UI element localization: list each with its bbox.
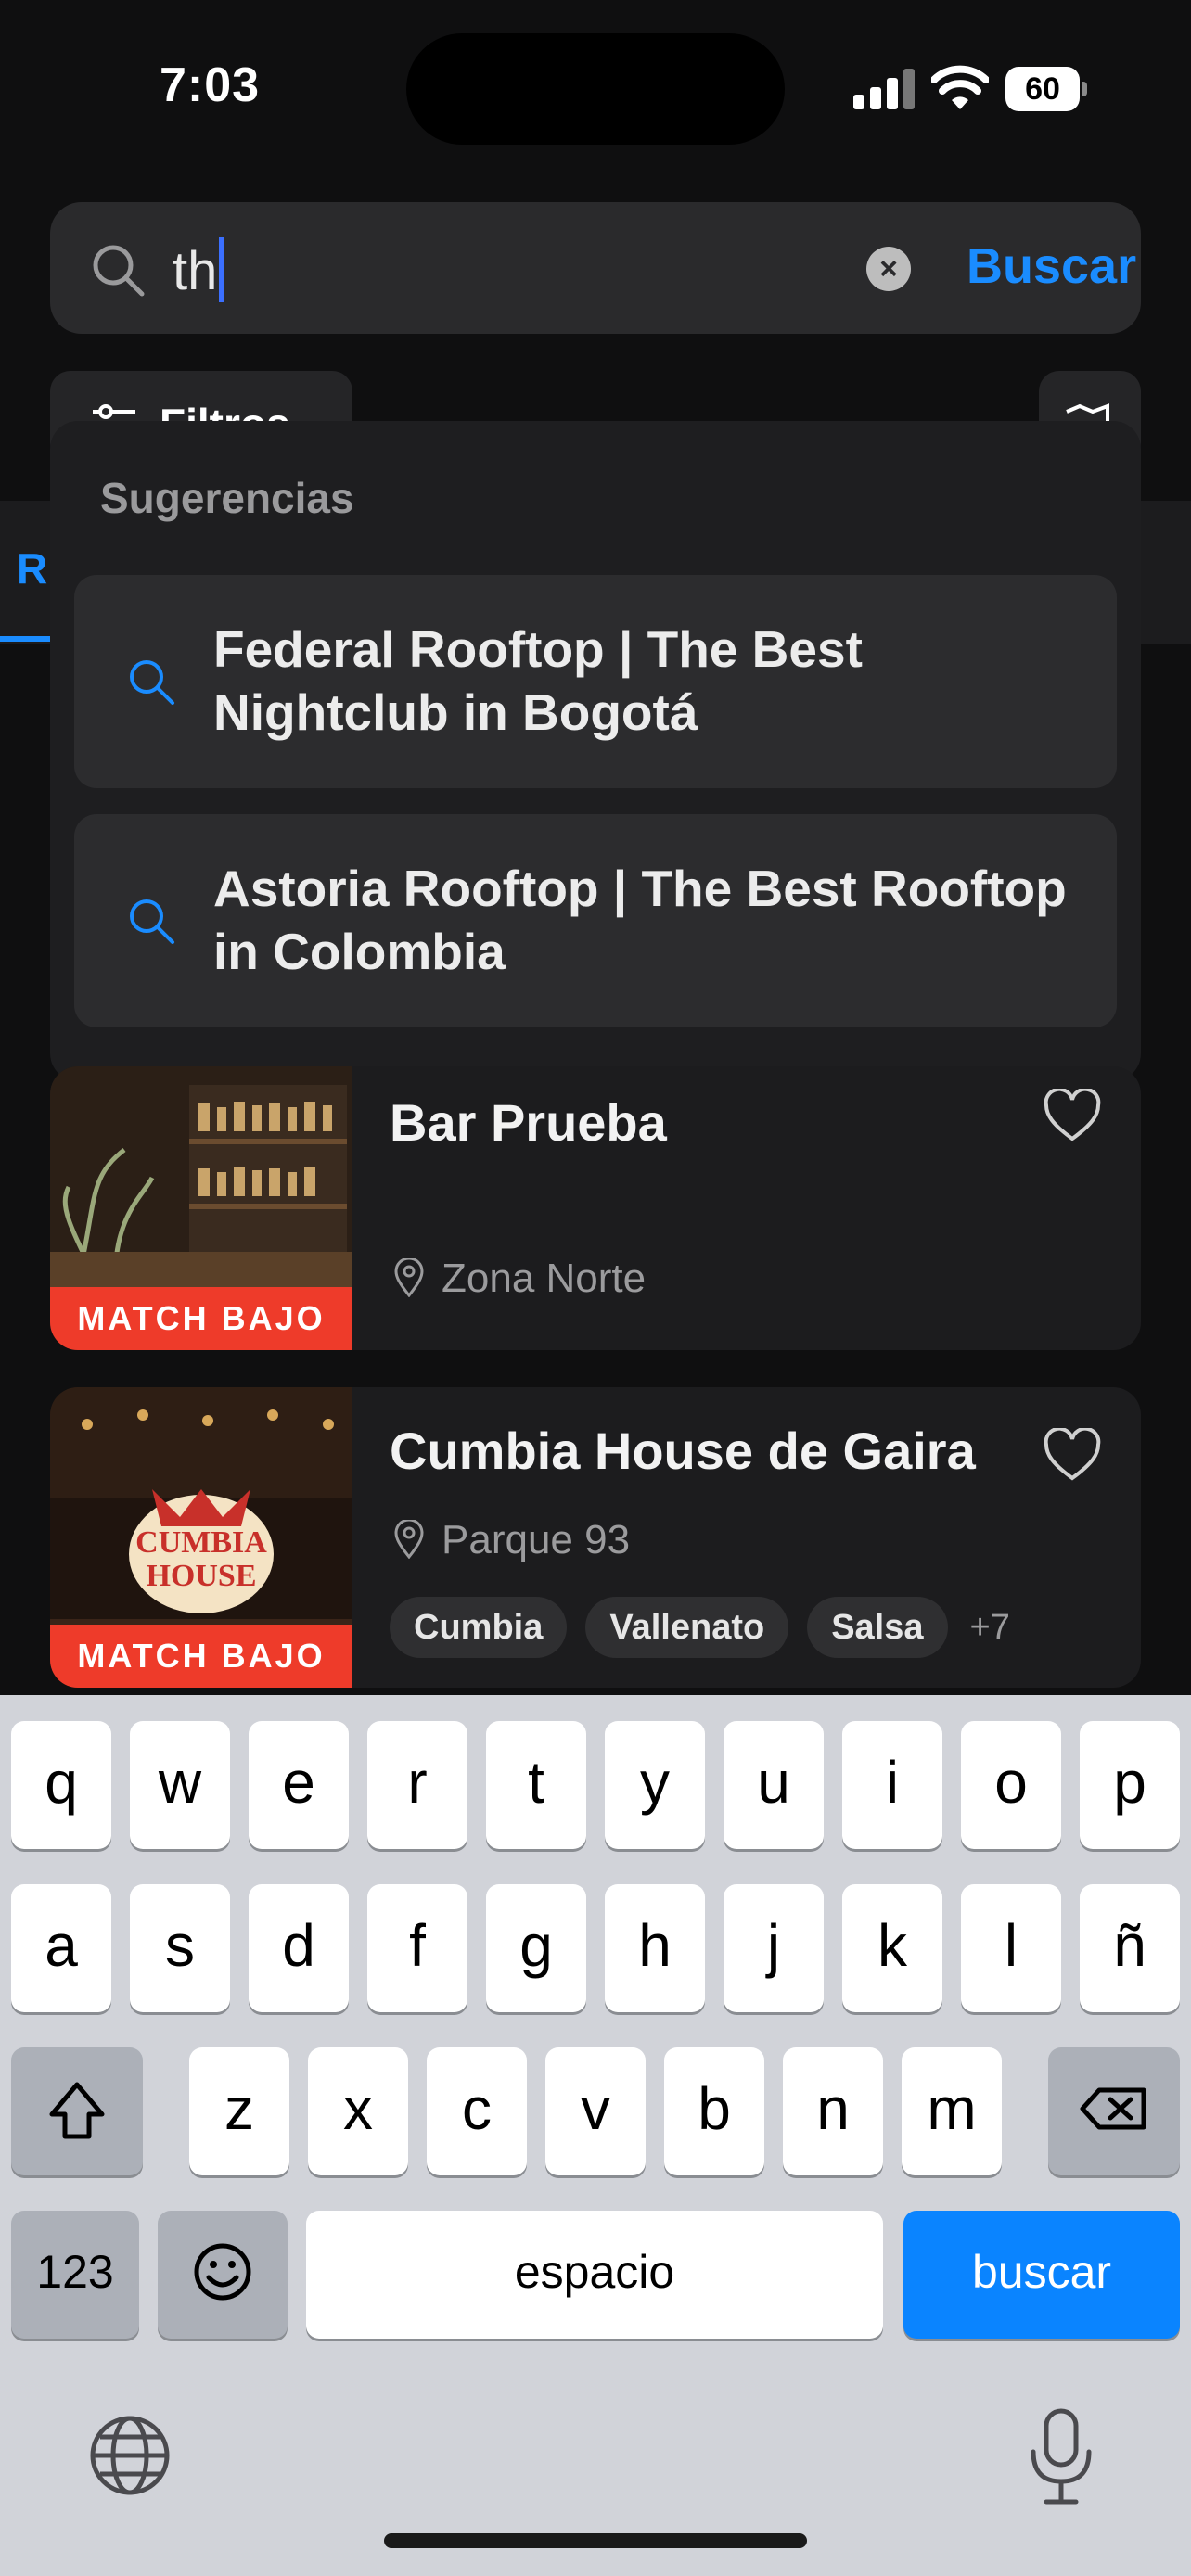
- key-m[interactable]: m: [902, 2047, 1002, 2175]
- key-i[interactable]: i: [842, 1721, 942, 1849]
- search-key[interactable]: buscar: [903, 2211, 1180, 2339]
- numbers-key[interactable]: 123: [11, 2211, 139, 2339]
- key-p[interactable]: p: [1080, 1721, 1180, 1849]
- tab-partial-right: [1141, 501, 1191, 644]
- search-icon: [130, 899, 174, 944]
- suggestions-title: Sugerencias: [100, 474, 354, 522]
- key-g[interactable]: g: [486, 1884, 586, 2012]
- key-f[interactable]: f: [367, 1884, 467, 2012]
- key-y[interactable]: y: [605, 1721, 705, 1849]
- genre-tag[interactable]: Cumbia: [390, 1597, 568, 1658]
- suggestion-item[interactable]: Astoria Rooftop | The Best Rooftop in Co…: [74, 814, 1117, 1027]
- suggestion-label: Federal Rooftop | The Best Nightclub in …: [213, 620, 863, 741]
- key-a[interactable]: a: [11, 1884, 111, 2012]
- venue-location: Zona Norte: [393, 1256, 646, 1302]
- genre-tags: Cumbia Vallenato Salsa +7: [390, 1597, 1010, 1658]
- key-t[interactable]: t: [486, 1721, 586, 1849]
- location-pin-icon: [394, 1256, 424, 1298]
- location-pin-icon: [394, 1518, 424, 1560]
- home-indicator: [384, 2533, 807, 2548]
- suggestions-panel: Sugerencias Federal Rooftop | The Best N…: [50, 421, 1141, 1081]
- shift-arrow-icon: [49, 2082, 105, 2139]
- key-b[interactable]: b: [664, 2047, 764, 2175]
- key-r[interactable]: r: [367, 1721, 467, 1849]
- more-tags-count: +7: [969, 1607, 1010, 1647]
- wifi-icon: [931, 65, 989, 109]
- search-icon: [93, 245, 145, 297]
- key-q[interactable]: q: [11, 1721, 111, 1849]
- suggestion-item[interactable]: Federal Rooftop | The Best Nightclub in …: [74, 575, 1117, 788]
- globe-icon[interactable]: [85, 2411, 174, 2500]
- key-v[interactable]: v: [545, 2047, 646, 2175]
- key-u[interactable]: u: [724, 1721, 824, 1849]
- tab-underline: [0, 636, 50, 642]
- battery-icon: 60: [1005, 67, 1087, 111]
- venue-name: Cumbia House de Gaira: [390, 1422, 976, 1480]
- key-k[interactable]: k: [842, 1884, 942, 2012]
- text-caret: [219, 237, 225, 302]
- microphone-icon[interactable]: [1024, 2405, 1098, 2507]
- battery-level: 60: [1005, 67, 1080, 111]
- dynamic-island: [406, 33, 785, 145]
- key-z[interactable]: z: [189, 2047, 289, 2175]
- cumbia-logo-text-1: CUMBIA: [135, 1525, 267, 1560]
- heart-icon[interactable]: [1043, 1089, 1102, 1144]
- result-card[interactable]: CUMBIA HOUSE MATCH BAJO Cumbia House de …: [50, 1387, 1141, 1688]
- heart-icon[interactable]: [1043, 1428, 1102, 1484]
- delete-key[interactable]: [1048, 2047, 1180, 2175]
- match-badge: MATCH BAJO: [50, 1625, 352, 1688]
- key-l[interactable]: l: [961, 1884, 1061, 2012]
- emoji-icon: [194, 2243, 251, 2301]
- key-s[interactable]: s: [130, 1884, 230, 2012]
- cumbia-logo-text-2: HOUSE: [146, 1559, 256, 1593]
- clear-search-button[interactable]: ×: [866, 247, 911, 291]
- space-key[interactable]: espacio: [306, 2211, 883, 2339]
- key-w[interactable]: w: [130, 1721, 230, 1849]
- key-o[interactable]: o: [961, 1721, 1061, 1849]
- suggestion-label: Astoria Rooftop | The Best Rooftop in Co…: [213, 860, 1067, 980]
- search-input-value: th: [173, 241, 218, 301]
- emoji-key[interactable]: [158, 2211, 288, 2339]
- key-e[interactable]: e: [249, 1721, 349, 1849]
- shift-key[interactable]: [11, 2047, 143, 2175]
- genre-tag[interactable]: Vallenato: [585, 1597, 789, 1658]
- venue-name: Bar Prueba: [390, 1093, 667, 1152]
- key-h[interactable]: h: [605, 1884, 705, 2012]
- backspace-icon: [1080, 2087, 1146, 2130]
- venue-location: Parque 93: [393, 1517, 630, 1563]
- key-j[interactable]: j: [724, 1884, 824, 2012]
- key-enye[interactable]: ñ: [1080, 1884, 1180, 2012]
- search-bar[interactable]: th × Buscar: [50, 202, 1141, 334]
- cellular-signal-icon: [853, 69, 916, 109]
- key-x[interactable]: x: [308, 2047, 408, 2175]
- search-icon: [130, 660, 174, 705]
- search-input[interactable]: th: [173, 237, 225, 302]
- result-card[interactable]: MATCH BAJO Bar Prueba Zona Norte: [50, 1066, 1141, 1350]
- match-badge: MATCH BAJO: [50, 1287, 352, 1350]
- status-time: 7:03: [160, 58, 261, 112]
- key-d[interactable]: d: [249, 1884, 349, 2012]
- genre-tag[interactable]: Salsa: [807, 1597, 948, 1658]
- key-n[interactable]: n: [783, 2047, 883, 2175]
- key-c[interactable]: c: [427, 2047, 527, 2175]
- search-submit-button[interactable]: Buscar: [967, 237, 1136, 295]
